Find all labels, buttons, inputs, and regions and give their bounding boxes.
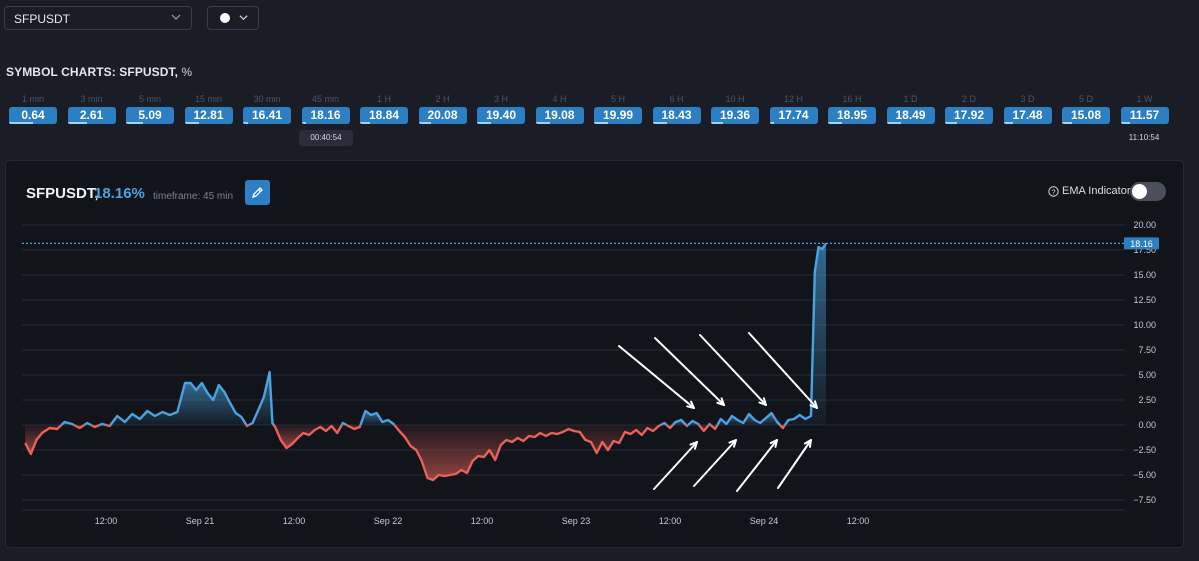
price-chart: 20.0017.5015.0012.5010.007.505.002.500.0… bbox=[22, 220, 1159, 526]
y-tick-label: 15.00 bbox=[1133, 270, 1156, 280]
x-tick-label: 12:00 bbox=[659, 516, 682, 526]
annotation-arrow-shaft bbox=[693, 439, 737, 487]
x-tick-label: Sep 22 bbox=[374, 516, 403, 526]
positive-line bbox=[660, 421, 668, 427]
x-tick-label: Sep 23 bbox=[562, 516, 591, 526]
negative-area bbox=[394, 425, 661, 480]
y-tick-label: −5.00 bbox=[1133, 470, 1156, 480]
annotation-arrow-shaft bbox=[736, 439, 778, 492]
positive-line bbox=[707, 422, 712, 426]
x-tick-label: 12:00 bbox=[95, 516, 118, 526]
y-tick-label: 5.00 bbox=[1138, 370, 1156, 380]
x-tick-label: 12:00 bbox=[471, 516, 494, 526]
positive-area bbox=[784, 243, 826, 425]
x-tick-label: 12:00 bbox=[847, 516, 870, 526]
positive-line bbox=[340, 421, 348, 427]
negative-line bbox=[685, 424, 689, 428]
y-tick-label: −7.50 bbox=[1133, 495, 1156, 505]
y-tick-label: 0.00 bbox=[1138, 420, 1156, 430]
annotation-arrow-shaft bbox=[618, 345, 695, 409]
y-tick-label: 2.50 bbox=[1138, 395, 1156, 405]
annotation-arrow-shaft bbox=[653, 441, 698, 490]
y-tick-label: 10.00 bbox=[1133, 320, 1156, 330]
annotation-arrow-shaft bbox=[777, 439, 812, 489]
negative-line bbox=[105, 423, 112, 428]
current-price-label: 18.16 bbox=[1130, 239, 1153, 249]
x-tick-label: Sep 21 bbox=[186, 516, 215, 526]
y-tick-label: −2.50 bbox=[1133, 445, 1156, 455]
y-tick-label: 12.50 bbox=[1133, 295, 1156, 305]
x-tick-label: 12:00 bbox=[283, 516, 306, 526]
x-tick-label: Sep 24 bbox=[750, 516, 779, 526]
y-tick-label: 20.00 bbox=[1133, 220, 1156, 230]
positive-line bbox=[99, 422, 107, 427]
negative-line bbox=[245, 423, 250, 428]
y-tick-label: 7.50 bbox=[1138, 345, 1156, 355]
annotation-arrow-shaft bbox=[699, 334, 767, 406]
